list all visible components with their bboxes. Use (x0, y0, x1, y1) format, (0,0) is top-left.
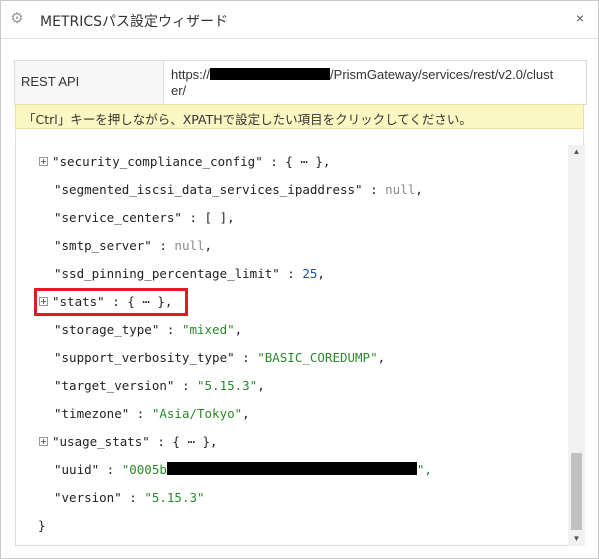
rest-api-label: REST API (15, 61, 164, 104)
json-value-end: , (234, 322, 243, 337)
dialog-titlebar: ⚙ METRICSパス設定ウィザード × (1, 1, 598, 39)
json-separator: : (99, 462, 122, 477)
json-key[interactable]: "segmented_iscsi_data_services_ipaddress… (54, 182, 363, 197)
spacer (15, 129, 584, 142)
json-value-end: ", (416, 462, 432, 477)
scroll-down-arrow-icon[interactable]: ▼ (568, 532, 585, 546)
url-prefix: https:// (171, 67, 211, 82)
ctrl-click-hint: 「Ctrl」キーを押しながら、XPATHで設定したい項目をクリックしてください。 (15, 104, 584, 129)
json-separator: : (149, 434, 173, 449)
json-value[interactable]: [ ], (205, 210, 235, 225)
json-tree-view[interactable] (15, 142, 584, 546)
selected-key-highlight (34, 288, 188, 316)
json-line[interactable]: "target_version" : "5.15.3", (54, 376, 265, 396)
json-separator: : (174, 378, 197, 393)
close-button[interactable]: × (572, 10, 588, 26)
json-value-end: , (415, 182, 423, 197)
json-key[interactable]: "support_verbosity_type" (54, 350, 235, 365)
json-key[interactable]: "uuid" (54, 462, 99, 477)
json-value[interactable]: "mixed" (182, 322, 235, 337)
gear-icon: ⚙ (10, 10, 24, 27)
json-value[interactable]: 25 (302, 266, 317, 281)
json-value[interactable]: { ⋯ }, (285, 154, 330, 169)
json-separator: : (151, 238, 175, 253)
json-line[interactable]: "storage_type" : "mixed", (54, 320, 242, 340)
json-key[interactable]: "security_compliance_config" (52, 154, 263, 169)
json-separator: : (181, 210, 205, 225)
json-separator: : (129, 406, 152, 421)
json-key[interactable]: "usage_stats" (52, 434, 150, 449)
json-value[interactable]: "5.15.3" (197, 378, 257, 393)
json-value-end: , (317, 266, 325, 281)
expand-icon[interactable] (39, 437, 48, 446)
json-key[interactable]: "service_centers" (54, 210, 182, 225)
json-key[interactable]: "ssd_pinning_percentage_limit" (54, 266, 280, 281)
scroll-up-arrow-icon[interactable]: ▲ (568, 145, 585, 159)
json-key[interactable]: "version" (54, 490, 122, 505)
json-line[interactable]: "version" : "5.15.3" (54, 488, 205, 508)
json-line[interactable]: "smtp_server" : null, (54, 236, 212, 256)
json-value[interactable]: "BASIC_COREDUMP" (257, 350, 377, 365)
metrics-path-wizard-dialog: ⚙ METRICSパス設定ウィザード × REST API https:// /P… (0, 0, 599, 559)
json-separator: : (159, 322, 182, 337)
json-separator: : (121, 490, 145, 505)
json-line[interactable]: "usage_stats" : { ⋯ }, (39, 432, 218, 452)
json-value[interactable]: null (385, 182, 415, 197)
json-key[interactable]: "smtp_server" (54, 238, 152, 253)
json-key[interactable]: "storage_type" (54, 322, 159, 337)
json-line[interactable]: "service_centers" : [ ], (54, 208, 235, 228)
url-wrap: er/ (171, 83, 187, 98)
scroll-thumb[interactable] (571, 453, 582, 530)
json-key[interactable]: "timezone" (54, 406, 129, 421)
json-line[interactable]: "security_compliance_config" : { ⋯ }, (39, 152, 330, 172)
expand-icon[interactable] (39, 157, 48, 166)
json-line[interactable]: "support_verbosity_type" : "BASIC_COREDU… (54, 348, 385, 368)
json-separator: : (234, 350, 258, 365)
json-value-end: , (257, 378, 265, 393)
json-line[interactable]: "segmented_iscsi_data_services_ipaddress… (54, 180, 423, 200)
json-scrollbar[interactable]: ▲ ▼ (568, 145, 585, 546)
redacted-uuid (166, 462, 417, 475)
json-value-end: , (377, 350, 386, 365)
rest-api-url: https:// /PrismGateway/services/rest/v2.0… (164, 61, 584, 104)
json-value-end: , (204, 238, 213, 253)
json-value[interactable]: "Asia/Tokyo" (152, 406, 242, 421)
json-closing-brace: } (38, 518, 46, 533)
json-key[interactable]: "target_version" (54, 378, 174, 393)
json-value[interactable]: null (174, 238, 204, 253)
json-value[interactable]: "5.15.3" (144, 490, 204, 505)
json-value[interactable]: "0005b (122, 462, 167, 477)
json-line[interactable]: "ssd_pinning_percentage_limit" : 25, (54, 264, 325, 284)
json-separator: : (362, 182, 386, 197)
json-separator: : (262, 154, 286, 169)
json-value[interactable]: { ⋯ }, (172, 434, 217, 449)
url-suffix: /PrismGateway/services/rest/v2.0/clust (330, 67, 554, 82)
dialog-title: METRICSパス設定ウィザード (40, 14, 228, 30)
json-line[interactable]: "timezone" : "Asia/Tokyo", (54, 404, 250, 424)
json-value-end: , (242, 406, 250, 421)
json-separator: : (279, 266, 303, 281)
redacted-host (210, 68, 331, 80)
json-line[interactable]: "uuid" : "0005b ", (54, 460, 432, 480)
